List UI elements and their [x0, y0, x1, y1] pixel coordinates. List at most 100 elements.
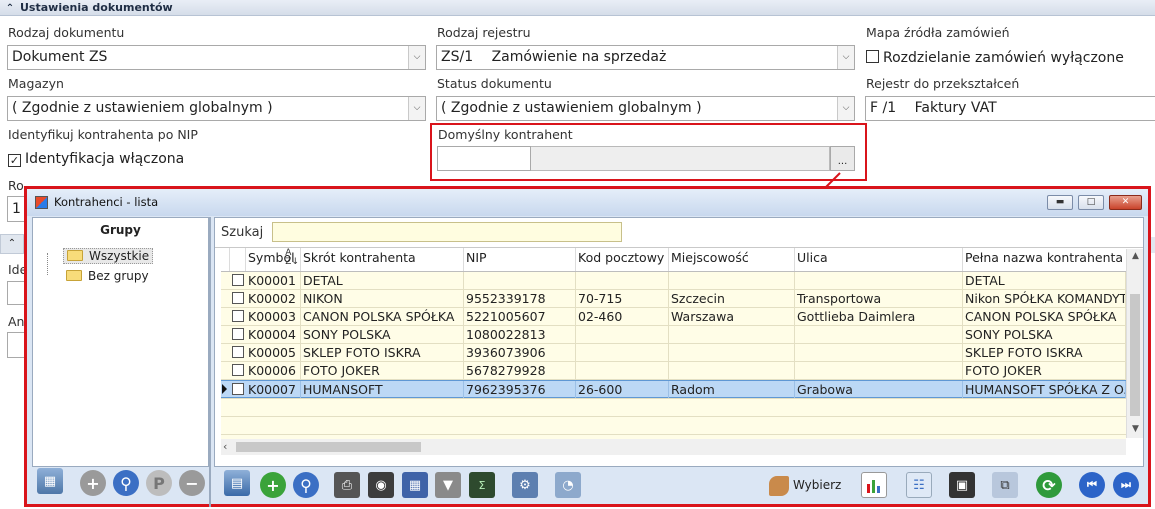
doc-type-select[interactable]: Dokument ZS ⌵	[7, 45, 426, 70]
last-page-icon[interactable]: ⏭	[1113, 472, 1139, 498]
group-item-all[interactable]: Wszystkie	[63, 248, 154, 264]
table-row[interactable]: K00003 CANON POLSKA SPÓŁKA 5221005607 02-46…	[221, 308, 1126, 326]
doc-status-select[interactable]: ( Zgodnie z ustawieniem globalnym ) ⌵	[436, 96, 855, 121]
partial-input-2[interactable]	[7, 281, 25, 305]
cell-symbol: K00004	[246, 326, 301, 343]
cell-full: CANON POLSKA SPÓŁKA	[963, 308, 1126, 325]
chevron-down-icon[interactable]: ⌵	[408, 46, 425, 69]
collapse-chevron-icon[interactable]: ⌃	[0, 234, 24, 254]
checkbox-unchecked[interactable]	[866, 50, 879, 63]
chevron-down-icon[interactable]: ⌵	[837, 46, 854, 69]
empty-rows	[221, 398, 1126, 442]
col-header-nip[interactable]: NIP	[464, 248, 576, 271]
col-header-full-name[interactable]: Pełna nazwa kontrahenta	[963, 248, 1125, 271]
scroll-thumb[interactable]	[1130, 294, 1140, 416]
cell-street: Grabowa	[795, 381, 963, 398]
table-row[interactable]: K00001 DETAL DETAL	[221, 272, 1126, 290]
group-item-none[interactable]: Bez grupy	[63, 269, 152, 283]
choose-button[interactable]: Wybierz	[769, 474, 841, 496]
table-row[interactable]: K00007 HUMANSOFT 7962395376 26-600 Radom Grab…	[221, 380, 1126, 398]
scroll-thumb[interactable]	[236, 442, 421, 452]
checkbox-header[interactable]	[230, 248, 246, 271]
first-page-icon[interactable]: ⏮	[1079, 472, 1105, 498]
row-checkbox[interactable]	[232, 383, 244, 395]
partial-input-1[interactable]: 1	[7, 196, 25, 222]
sum-icon[interactable]: Σ	[469, 472, 495, 498]
table-row[interactable]: K00006 FOTO JOKER 5678279928 FOTO JOKER	[221, 362, 1126, 380]
panel-splitter[interactable]	[209, 217, 211, 507]
search-label: Szukaj	[221, 225, 264, 240]
doc-type-label: Rodzaj dokumentu	[8, 25, 125, 40]
row-checkbox[interactable]	[232, 292, 244, 304]
table-row[interactable]: K00005 SKLEP FOTO ISKRA 3936073906 SKLEP FO…	[221, 344, 1126, 362]
register-select[interactable]: ZS/1 Zamówienie na sprzedaż ⌵	[436, 45, 855, 70]
row-checkbox[interactable]	[232, 346, 244, 358]
maximize-icon[interactable]: □	[1078, 195, 1104, 210]
scroll-left-icon[interactable]: ‹	[223, 440, 227, 453]
col-header-street[interactable]: Ulica	[795, 248, 963, 271]
close-icon[interactable]: ✕	[1109, 195, 1142, 210]
table-filter-icon[interactable]: ▦	[402, 472, 428, 498]
cell-postal	[576, 362, 669, 379]
contractor-card-icon[interactable]: ▤	[224, 470, 250, 496]
row-checkbox[interactable]	[232, 364, 244, 376]
warehouse-select[interactable]: ( Zgodnie z ustawieniem globalnym ) ⌵	[7, 96, 426, 121]
settings-gears-icon[interactable]: ⚙	[512, 472, 538, 498]
choose-label: Wybierz	[793, 478, 842, 492]
vertical-scrollbar[interactable]: ▲ ▼	[1126, 249, 1143, 438]
row-checkbox[interactable]	[232, 310, 244, 322]
copy-icon[interactable]: ⧉	[992, 472, 1018, 498]
cell-short: SONY POLSKA	[301, 326, 464, 343]
contractors-window[interactable]: Kontrahenci - lista ▬ □ ✕ Grupy Wszystki…	[24, 186, 1151, 507]
cell-nip: 3936073906	[464, 344, 576, 361]
add-icon[interactable]: +	[260, 472, 286, 498]
col-header-symbol[interactable]: Symbol A Z↓	[246, 248, 301, 271]
cell-city: Szczecin	[669, 290, 795, 307]
horizontal-scrollbar[interactable]: ‹	[221, 439, 1126, 455]
col-header-city[interactable]: Miejscowość	[669, 248, 795, 271]
identify-checkbox[interactable]: ✓ Identyfikacja włączona	[8, 150, 184, 168]
scroll-up-icon[interactable]: ▲	[1127, 251, 1144, 263]
sort-icon[interactable]: A Z↓	[285, 249, 299, 267]
document-icon[interactable]: ☷	[906, 472, 932, 498]
cell-symbol: K00002	[246, 290, 301, 307]
cell-short: HUMANSOFT	[301, 381, 464, 398]
refresh-icon[interactable]: ⟳	[1036, 472, 1062, 498]
table-row[interactable]: K00004 SONY POLSKA 1080022813 SONY POLSKA	[221, 326, 1126, 344]
remove-group-icon[interactable]: −	[179, 470, 205, 496]
search-icon[interactable]: ⚲	[293, 472, 319, 498]
search-input[interactable]	[272, 222, 622, 242]
register-code: ZS/1	[441, 49, 474, 65]
bar-chart-icon[interactable]	[861, 472, 887, 498]
partial-input-3[interactable]	[7, 332, 25, 358]
collapse-chevron-icon[interactable]: ⌃	[0, 1, 20, 16]
split-orders-checkbox[interactable]: Rozdzielanie zamówień wyłączone	[866, 49, 1124, 67]
convert-register-select[interactable]: F /1 Faktury VAT	[865, 96, 1155, 121]
scroll-down-icon[interactable]: ▼	[1127, 424, 1144, 436]
cell-postal: 70-715	[576, 290, 669, 307]
section-header[interactable]: ⌃ Ustawienia dokumentów	[0, 0, 1155, 16]
table-row[interactable]: K00002 NIKON 9552339178 70-715 Szczecin Trans…	[221, 290, 1126, 308]
partial-label-3: An	[8, 314, 25, 329]
add-group-icon[interactable]: +	[80, 470, 106, 496]
save-icon[interactable]: ▣	[949, 472, 975, 498]
print-icon[interactable]: ⎙	[334, 472, 360, 498]
filter-icon[interactable]: ▼	[435, 472, 461, 498]
col-header-postal[interactable]: Kod pocztowy	[576, 248, 669, 271]
chevron-down-icon[interactable]: ⌵	[837, 97, 854, 120]
minimize-icon[interactable]: ▬	[1047, 195, 1073, 210]
contractors-grid: Szukaj Symbol A Z↓ Skrót kontrahenta NIP K…	[214, 217, 1144, 467]
chevron-down-icon[interactable]: ⌵	[408, 97, 425, 120]
window-titlebar[interactable]: Kontrahenci - lista ▬ □ ✕	[27, 189, 1148, 216]
default-contractor-code-input[interactable]	[437, 146, 531, 171]
binoculars-icon[interactable]: ◉	[368, 472, 394, 498]
checkmark-icon[interactable]: ✓	[8, 154, 21, 167]
row-checkbox[interactable]	[232, 328, 244, 340]
row-checkbox[interactable]	[232, 274, 244, 286]
col-header-short[interactable]: Skrót kontrahenta	[301, 248, 464, 271]
group-tree-icon[interactable]: ▦	[37, 468, 63, 494]
search-group-icon[interactable]: ⚲	[113, 470, 139, 496]
cell-nip	[464, 272, 576, 289]
report-chart-icon[interactable]: ◔	[555, 472, 581, 498]
group-properties-icon[interactable]: P	[146, 470, 172, 496]
